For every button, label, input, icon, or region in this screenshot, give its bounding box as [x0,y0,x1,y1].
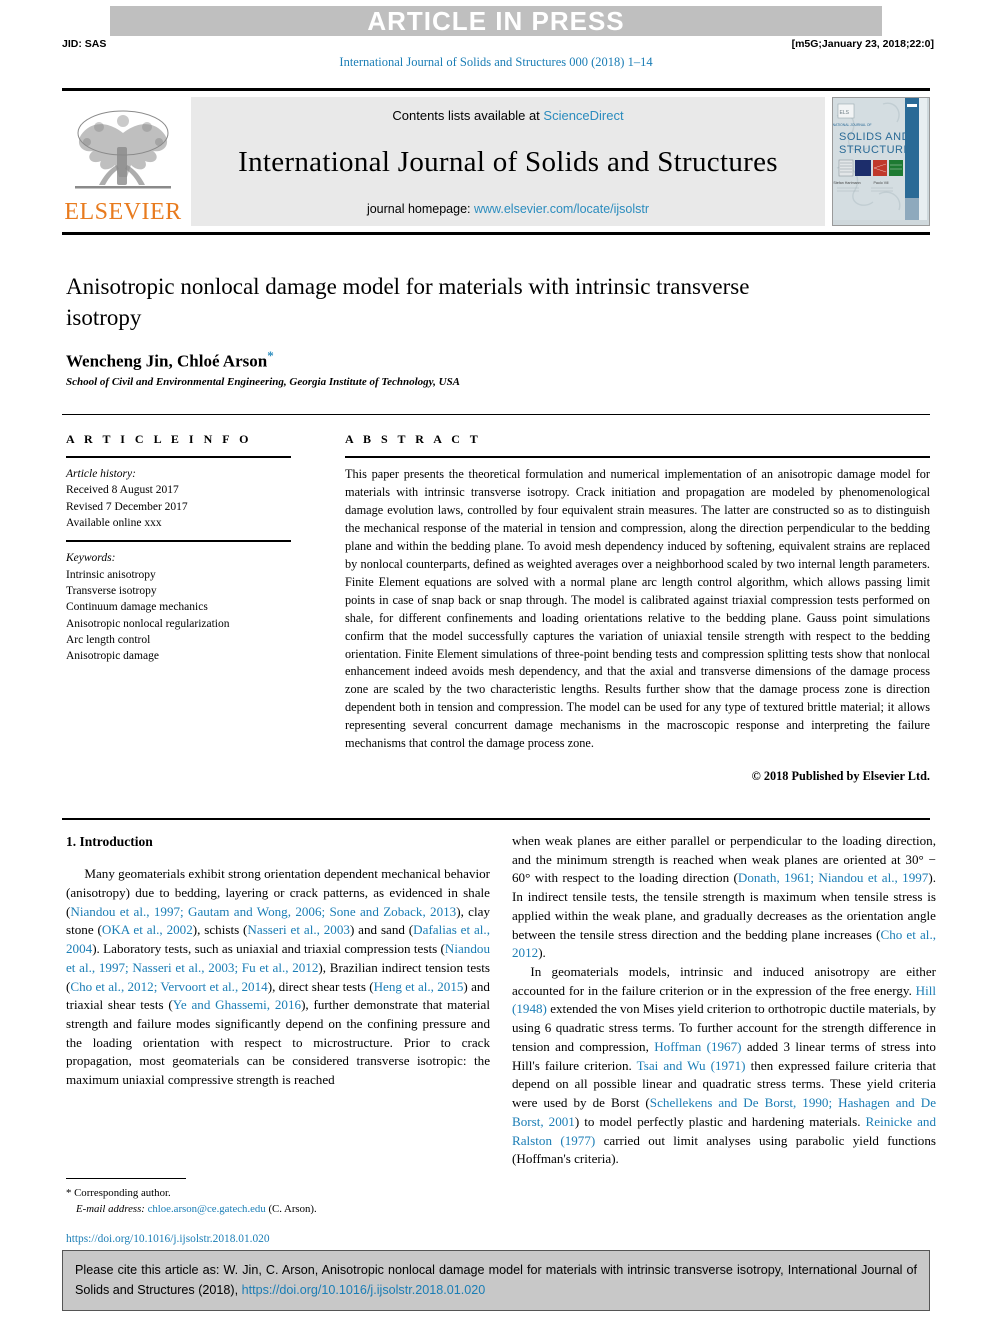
elsevier-logo: ELSEVIER [62,97,184,226]
cover-editor-1: Stefan Hartmann [833,181,860,185]
history-item: Available online xxx [66,516,162,529]
masthead-center-panel: Contents lists available at ScienceDirec… [191,97,825,226]
elsevier-wordmark: ELSEVIER [64,199,182,225]
author-email-link[interactable]: chloe.arson@ce.gatech.edu [148,1203,266,1215]
cover-title-line2: STRUCTURES [839,144,919,156]
masthead-bottom-rule [62,232,930,235]
article-history-label: Article history: [66,468,136,480]
please-cite-box: Please cite this article as: W. Jin, C. … [62,1250,930,1312]
abstract-bottom-rule [62,818,930,820]
journal-cover-thumbnail: ELS INTERNATIONAL JOURNAL OF SOLIDS AND … [832,97,930,226]
contents-available-line: Contents lists available at ScienceDirec… [392,108,623,123]
intro-paragraph-right-2: In geomaterials models, intrinsic and in… [512,964,937,1167]
keyword-item: Arc length control [66,633,151,646]
author-list: Wencheng Jin, Chloé Arson* [66,348,274,372]
keyword-item: Anisotropic damage [66,650,159,663]
intro-paragraph-right-1: when weak planes are either parallel or … [512,833,936,961]
corresponding-author-footnote: * Corresponding author. E-mail address: … [66,1178,490,1217]
email-label: E-mail address: [76,1203,145,1216]
abstract-column: A B S T R A C T This paper presents the … [345,432,930,784]
doi-link[interactable]: https://doi.org/10.1016/j.ijsolstr.2018.… [66,1233,270,1245]
journal-cover-image: ELS INTERNATIONAL JOURNAL OF SOLIDS AND … [833,98,927,220]
article-in-press-banner: ARTICLE IN PRESS [110,6,882,36]
keyword-item: Continuum damage mechanics [66,601,208,614]
elsevier-tree-icon [75,110,171,189]
keywords-rule [66,540,291,543]
author-names: Wencheng Jin, Chloé Arson [66,351,268,371]
journal-homepage-line: journal homepage: www.elsevier.com/locat… [367,202,649,216]
cover-title-line1: SOLIDS AND [839,131,910,143]
keywords-group: Keywords: Intrinsic anisotropy Transvers… [66,550,291,664]
article-info-heading: A R T I C L E I N F O [66,432,252,446]
intro-paragraph-left: Many geomaterials exhibit strong orienta… [66,866,490,1088]
section-title-introduction: 1. Introduction [66,834,153,849]
body-column-right: when weak planes are either parallel or … [512,832,936,1169]
author-affiliation: School of Civil and Environmental Engine… [66,376,461,388]
abstract-heading: A B S T R A C T [345,432,482,446]
abstract-rule [345,456,930,458]
corresponding-author-line: * Corresponding author. [66,1185,490,1201]
asterisk-icon: * [66,1187,72,1199]
info-section-top-rule [62,414,930,415]
keyword-item: Transverse isotropy [66,584,157,597]
running-head: International Journal of Solids and Stru… [339,55,653,69]
keywords-label: Keywords: [66,552,116,565]
svg-text:ELS: ELS [840,110,850,116]
homepage-prefix-text: journal homepage: [366,202,474,216]
abstract-copyright: © 2018 Published by Elsevier Ltd. [751,769,930,784]
journal-homepage-link[interactable]: www.elsevier.com/locate/ijsolstr [474,202,649,216]
abstract-text: This paper presents the theoretical form… [345,467,930,751]
article-info-column: A R T I C L E I N F O Article history: R… [66,432,291,674]
article-info-rule [66,456,291,458]
history-item: Revised 7 December 2017 [66,500,188,513]
cite-box-doi-link[interactable]: https://doi.org/10.1016/j.ijsolstr.2018.… [242,1283,486,1297]
email-line: E-mail address: chloe.arson@ce.gatech.ed… [66,1201,490,1217]
journal-masthead: ELSEVIER Contents lists available at Sci… [62,88,930,226]
article-history-group: Article history: Received 8 August 2017 … [66,466,291,531]
keyword-item: Intrinsic anisotropy [66,568,156,581]
sciencedirect-link[interactable]: ScienceDirect [543,108,623,123]
cover-editor-2: Paolo Vill [874,181,889,185]
keyword-item: Anisotropic nonlocal regularization [66,617,230,630]
footnote-divider [66,1178,186,1179]
page-title: Anisotropic nonlocal damage model for ma… [66,274,750,330]
typesetting-stamp: [m5G;January 23, 2018;22:0] [791,38,934,50]
cite-box-text: Please cite this article as: W. Jin, C. … [75,1263,917,1297]
email-suffix: (C. Arson). [268,1203,317,1216]
corresponding-author-marker: * [267,348,274,363]
journal-id-label: JID: SAS [62,38,107,50]
contents-prefix-text: Contents lists available at [392,108,544,123]
corresponding-author-text: Corresponding author. [74,1187,171,1199]
journal-title: International Journal of Solids and Stru… [238,146,778,178]
body-column-left: 1. Introduction Many geomaterials exhibi… [66,832,490,1090]
history-item: Received 8 August 2017 [66,484,179,497]
cover-top-label: INTERNATIONAL JOURNAL OF [833,123,872,127]
